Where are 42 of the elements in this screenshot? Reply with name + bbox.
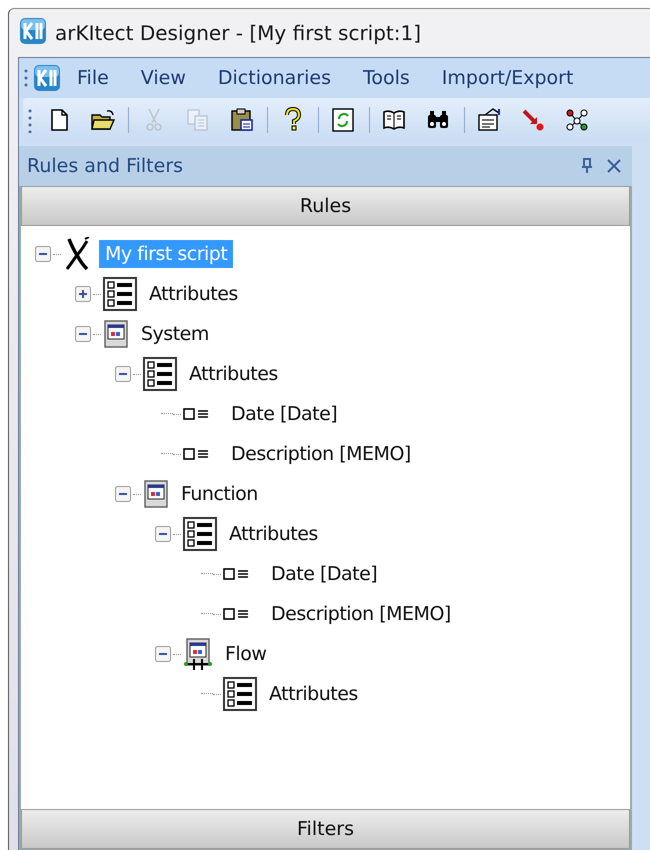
tree-item[interactable]: Flow: [219, 640, 272, 668]
flow-window-icon: [183, 637, 213, 671]
tree-item[interactable]: Description [MEMO]: [265, 600, 457, 628]
window-icon: [103, 319, 129, 349]
tree-item[interactable]: Function: [175, 480, 264, 508]
tree-item[interactable]: Attributes: [183, 360, 284, 388]
menu-item[interactable]: Import/Export: [424, 67, 588, 89]
tree-item[interactable]: Attributes: [223, 520, 324, 548]
tree-item[interactable]: Date [Date]: [265, 560, 384, 588]
list-icon: [223, 677, 257, 711]
clipboard-icon[interactable]: [229, 107, 255, 133]
list-icon: [103, 277, 137, 311]
window-title: arKItect Designer - [My first script:1]: [55, 21, 422, 45]
app-logo-icon[interactable]: [33, 64, 61, 92]
grip-icon: [23, 67, 29, 89]
tree-item[interactable]: Date [Date]: [225, 400, 344, 428]
collapse-icon[interactable]: [35, 246, 51, 262]
section-header[interactable]: Rules: [21, 186, 630, 226]
menu-item[interactable]: View: [122, 67, 200, 89]
menu-item[interactable]: File: [61, 67, 123, 89]
collapse-icon[interactable]: [115, 486, 131, 502]
pin-icon[interactable]: [580, 158, 594, 174]
app-logo-icon: [19, 17, 47, 45]
menu-item[interactable]: Dictionaries: [200, 67, 345, 89]
tree-item[interactable]: Attributes: [263, 680, 364, 708]
collapse-icon[interactable]: [155, 526, 171, 542]
tree-item[interactable]: Attributes: [143, 280, 244, 308]
properties-icon[interactable]: [477, 107, 503, 133]
grip-icon: [27, 107, 33, 133]
collapse-icon[interactable]: [155, 646, 171, 662]
tree-item[interactable]: Description [MEMO]: [225, 440, 417, 468]
list-icon: [183, 517, 217, 551]
tree-item[interactable]: System: [135, 320, 215, 348]
close-icon[interactable]: [606, 158, 622, 174]
menu-item[interactable]: Tools: [344, 67, 424, 89]
collapse-icon[interactable]: [75, 326, 91, 342]
list-icon: [143, 357, 177, 391]
window-icon: [143, 479, 169, 509]
expand-icon[interactable]: [75, 286, 91, 302]
collapse-icon[interactable]: [115, 366, 131, 382]
panel-title: Rules and Filters: [27, 155, 184, 177]
section-header[interactable]: Filters: [21, 809, 630, 849]
